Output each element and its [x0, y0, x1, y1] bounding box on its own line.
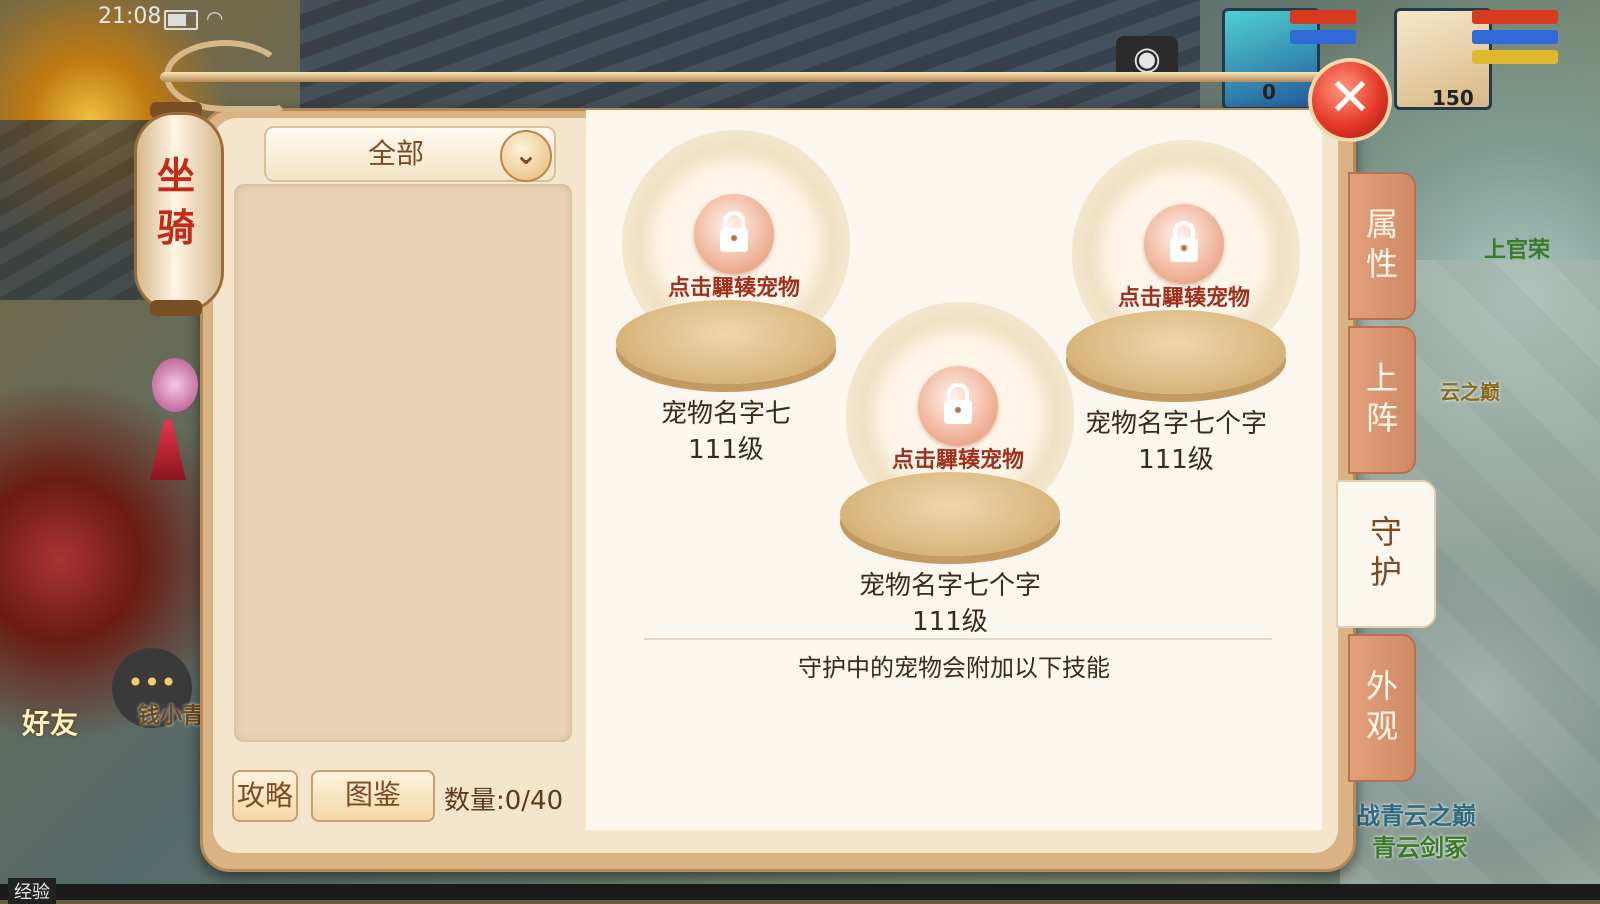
tab-label-1: 属: [1365, 205, 1398, 243]
guide-button[interactable]: 攻略: [232, 770, 298, 822]
lantern-bottom: [150, 300, 202, 316]
tab-guard[interactable]: 守 护: [1336, 480, 1436, 628]
experience-bar: [0, 884, 1600, 900]
guard-skill-note: 守护中的宠物会附加以下技能: [798, 654, 1110, 682]
guard-slot-3[interactable]: 点击驆辏宠物 宠物名字七个字 111级: [1066, 140, 1306, 475]
roof-tiles: [300, 0, 1200, 110]
friends-button[interactable]: 好友: [22, 702, 78, 742]
pet-level: 0: [1262, 80, 1276, 104]
player-hp-bar: [1472, 10, 1558, 24]
wifi-icon: ◠: [206, 6, 224, 30]
lock-icon: [944, 383, 972, 424]
tab-label-1: 外: [1365, 667, 1398, 705]
tab-label-2: 性: [1365, 245, 1398, 283]
pet-count: 数量:0/40: [444, 786, 564, 816]
decorative-rail: [160, 72, 1340, 82]
pet-list[interactable]: [234, 184, 572, 742]
npc-name[interactable]: 上官荣: [1484, 232, 1550, 264]
tab-label-2: 阵: [1365, 399, 1398, 437]
experience-label: 经验: [8, 878, 56, 904]
tab-label-2: 护: [1369, 553, 1402, 591]
player-level: 150: [1432, 86, 1474, 110]
tab-label-1: 守: [1369, 513, 1402, 551]
slot-pet-name: 宠物名字七个字: [858, 571, 1041, 601]
close-icon[interactable]: ✕: [1308, 58, 1392, 142]
lock-button[interactable]: [918, 366, 998, 446]
codex-button[interactable]: 图鉴: [311, 770, 435, 822]
status-time: 21:08: [98, 4, 162, 29]
slot-pet-info: 宠物名字七个字 111级: [1026, 406, 1326, 478]
guard-slot-1[interactable]: 点击驆辏宠物 宠物名字七 111级: [616, 130, 856, 465]
dialog-title: 坐 骑: [152, 150, 200, 254]
tab-label-2: 观: [1365, 707, 1398, 745]
summon-pad: [616, 300, 836, 384]
battery-icon: [164, 10, 198, 30]
slot-pet-level: 111级: [1138, 445, 1214, 475]
slot-hint: 点击驆辏宠物: [1117, 286, 1250, 311]
slot-pet-info: 宠物名字七个字 111级: [800, 568, 1100, 640]
player-mp-bar: [1472, 30, 1558, 44]
tab-label-1: 上: [1365, 359, 1398, 397]
dropdown-selected: 全部: [367, 137, 424, 170]
slot-pet-level: 111级: [912, 607, 988, 637]
category-dropdown[interactable]: 全部 ⌄: [264, 126, 556, 182]
chevron-down-icon[interactable]: ⌄: [500, 130, 552, 182]
player-exp-bar: [1472, 50, 1558, 64]
summon-pad: [1066, 310, 1286, 394]
mp-bar: [1290, 30, 1356, 44]
slot-pet-name: 宠物名字七个字: [1084, 409, 1267, 439]
slot-pet-level: 111级: [688, 435, 764, 465]
event-location[interactable]: 青云剑冢: [1372, 828, 1468, 863]
sign-text: 云之巅: [1440, 380, 1500, 404]
lock-icon: [1170, 221, 1198, 262]
chat-player-name: 钱小青: [138, 704, 205, 729]
slot-pet-name: 宠物名字七: [660, 399, 791, 429]
tab-appearance[interactable]: 外 观: [1348, 634, 1416, 782]
summon-pad: [840, 472, 1060, 556]
tab-attributes[interactable]: 属 性: [1348, 172, 1416, 320]
title-char-1: 坐: [156, 154, 195, 198]
lock-button[interactable]: [1144, 204, 1224, 284]
slot-hint: 点击驆辏宠物: [667, 276, 800, 301]
lock-button[interactable]: [694, 194, 774, 274]
lock-icon: [720, 211, 748, 252]
event-label[interactable]: 战青云之巅: [1356, 796, 1476, 831]
divider: [644, 638, 1272, 640]
tab-deploy[interactable]: 上 阵: [1348, 326, 1416, 474]
charm-ornament-icon: [152, 358, 198, 412]
hp-bar: [1290, 10, 1356, 24]
title-char-2: 骑: [156, 206, 195, 250]
slot-pet-info: 宠物名字七 111级: [576, 396, 876, 468]
